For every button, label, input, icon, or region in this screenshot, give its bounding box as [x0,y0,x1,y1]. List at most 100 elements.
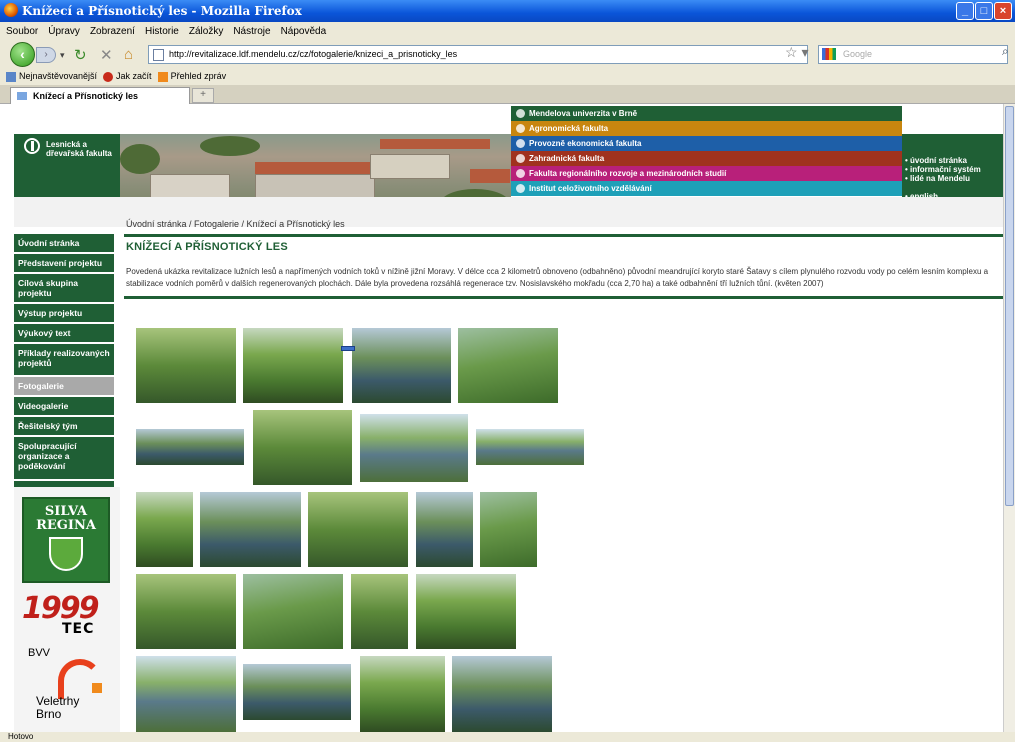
sidebar-item-teaching-text[interactable]: Výukový text [14,324,114,342]
menu-bookmarks[interactable]: Záložky [189,26,223,37]
stop-icon[interactable]: ✕ [100,46,113,64]
history-dropdown-icon[interactable]: ▾ [60,50,65,61]
faculty-link-af[interactable]: Agronomická fakulta [511,121,902,136]
silva-regina-logo[interactable]: SILVA REGINA [22,497,110,583]
bvv-arc-icon [58,659,102,699]
page-icon [153,49,164,61]
menu-file[interactable]: Soubor [6,26,38,37]
link-home[interactable]: • úvodní stránka [905,156,1003,165]
sidebar-item-home[interactable]: Úvodní stránka [14,234,114,252]
h1999-logo[interactable]: 1999 TEC [22,591,112,641]
gallery-thumbnail[interactable] [452,656,552,732]
window-title: Knížecí a Přísnotický les - Mozilla Fire… [22,4,302,18]
gallery-thumbnail[interactable] [351,574,408,649]
google-icon[interactable] [822,48,836,60]
gallery-thumbnail[interactable] [458,328,558,403]
scrollbar-thumb[interactable] [1005,106,1014,506]
gallery-thumbnail[interactable] [253,410,352,485]
shield-icon [49,537,83,571]
mendelu-icon [516,109,525,118]
gallery-thumbnail[interactable] [360,414,468,482]
gallery-thumbnail[interactable] [360,656,445,732]
gallery-thumbnail[interactable] [200,492,301,567]
breadcrumb[interactable]: Úvodní stránka / Fotogalerie / Knížecí a… [126,219,345,229]
agronomy-icon [516,124,525,133]
tab-label: Knížecí a Přísnotický les [33,91,139,101]
faculty-link-frrms[interactable]: Fakulta regionálního rozvoje a mezinárod… [511,166,902,181]
gallery-thumbnail[interactable] [416,492,473,567]
gallery-thumbnail[interactable] [308,492,408,567]
firefox-bookmark-icon [103,71,114,82]
link-info-system[interactable]: • informační systém [905,165,1003,174]
menu-history[interactable]: Historie [145,26,179,37]
close-button[interactable]: × [994,2,1012,20]
tab-active[interactable]: Knížecí a Přísnotický les [10,87,190,104]
side-menu: Úvodní stránka Představení projektu Cílo… [14,234,120,514]
sidebar-item-videogallery[interactable]: Videogalerie [14,397,114,415]
faculty-link-mendelu[interactable]: Mendelova univerzita v Brně [511,106,902,121]
vertical-scrollbar[interactable] [1003,104,1015,732]
bookmark-star-icon[interactable]: ☆ ▾ [785,44,808,61]
content-divider [124,296,1003,299]
gallery-thumbnail[interactable] [480,492,537,567]
page-title: KNÍŽECÍ A PŘÍSNOTICKÝ LES [126,241,288,253]
regional-icon [516,169,525,178]
back-button[interactable]: ‹ [10,42,35,67]
gallery-thumbnail[interactable] [136,429,244,465]
bookmark-most-visited[interactable]: Nejnavštěvovanější [6,71,97,82]
sidebar-item-team[interactable]: Řešitelský tým [14,417,114,435]
page-viewport: Lesnická a dřevařská fakulta Mendelova u… [0,104,1015,732]
menu-edit[interactable]: Úpravy [48,26,80,37]
header-divider [124,234,1003,237]
lifelong-icon [516,184,525,193]
url-bar[interactable]: http://revitalizace.ldf.mendelu.cz/cz/fo… [148,45,808,64]
economics-icon [516,139,525,148]
gallery-thumbnail[interactable] [243,328,343,403]
sponsor-logos: SILVA REGINA 1999 TEC BVV Veletrhy Brno [14,487,120,732]
gallery-thumbnail[interactable] [136,574,236,649]
search-input[interactable]: Google [818,45,1008,64]
bookmark-news[interactable]: Přehled zpráv [157,71,226,82]
tab-favicon-icon [17,92,27,100]
gallery-thumbnail[interactable] [136,328,236,403]
bookmark-getting-started[interactable]: Jak začít [103,71,152,82]
menu-tools[interactable]: Nástroje [233,26,270,37]
browser-window: Knížecí a Přísnotický les - Mozilla Fire… [0,0,1015,742]
faculty-link-icv[interactable]: Institut celoživotního vzdělávání [511,181,902,196]
gallery-thumbnail[interactable] [476,429,584,465]
bookmark-icon [6,71,16,82]
sidebar-item-project-intro[interactable]: Představení projektu [14,254,114,272]
gallery-thumbnail[interactable] [136,492,193,567]
search-go-icon[interactable]: ⌕ [1002,44,1009,59]
maximize-button[interactable]: □ [975,2,993,20]
gallery-thumbnail[interactable] [243,664,351,720]
gallery-thumbnail[interactable] [136,656,236,732]
status-bar: Hotovo [0,732,1015,742]
menu-bar: Soubor Úpravy Zobrazení Historie Záložky… [0,22,1015,40]
sidebar-item-photogallery[interactable]: Fotogalerie [14,377,114,395]
new-tab-button[interactable]: + [192,88,214,103]
url-text: http://revitalizace.ldf.mendelu.cz/cz/fo… [169,49,458,59]
gallery-thumbnail[interactable] [352,328,451,403]
sidebar-item-partners[interactable]: Spolupracující organizace a poděkování [14,437,114,479]
tab-strip: Knížecí a Přísnotický les + [0,85,1015,104]
sidebar-item-examples[interactable]: Příklady realizovaných projektů [14,344,114,375]
rss-icon [157,71,168,82]
menu-view[interactable]: Zobrazení [90,26,135,37]
home-icon[interactable]: ⌂ [124,46,133,63]
sidebar-item-output[interactable]: Výstup projektu [14,304,114,322]
link-people[interactable]: • lidé na Mendelu [905,174,1003,183]
reload-icon[interactable]: ↻ [74,46,87,64]
search-placeholder: Google [843,49,873,59]
bvv-logo[interactable]: BVV Veletrhy Brno [28,647,118,727]
minimize-button[interactable]: _ [956,2,974,20]
sidebar-item-target-group[interactable]: Cílová skupina projektu [14,274,114,302]
gallery-thumbnail[interactable] [416,574,516,649]
forward-button[interactable]: › [36,47,56,63]
menu-help[interactable]: Nápověda [281,26,327,37]
mouse-cursor [341,346,355,351]
gallery-thumbnail[interactable] [243,574,343,649]
faculty-link-zf[interactable]: Zahradnická fakulta [511,151,902,166]
bookmarks-toolbar: Nejnavštěvovanější Jak začít Přehled zpr… [0,68,1015,85]
faculty-link-pef[interactable]: Provozně ekonomická fakulta [511,136,902,151]
